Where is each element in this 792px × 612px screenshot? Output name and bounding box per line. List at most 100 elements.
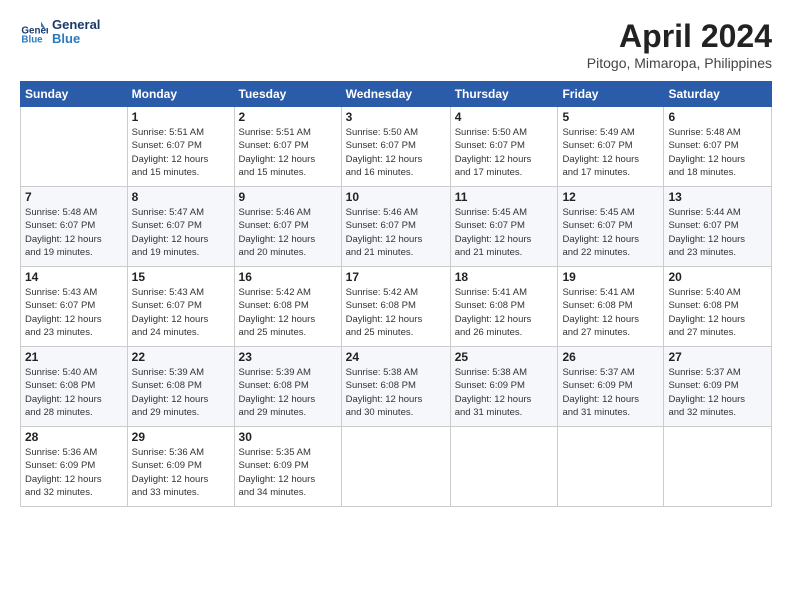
day-info: Sunrise: 5:49 AM Sunset: 6:07 PM Dayligh… bbox=[562, 126, 659, 179]
calendar-cell: 19 Sunrise: 5:41 AM Sunset: 6:08 PM Dayli… bbox=[558, 267, 664, 347]
day-info: Sunrise: 5:36 AM Sunset: 6:09 PM Dayligh… bbox=[25, 446, 123, 499]
calendar-cell bbox=[341, 427, 450, 507]
day-info: Sunrise: 5:43 AM Sunset: 6:07 PM Dayligh… bbox=[132, 286, 230, 339]
day-info: Sunrise: 5:38 AM Sunset: 6:08 PM Dayligh… bbox=[346, 366, 446, 419]
day-number: 18 bbox=[455, 270, 554, 284]
day-info: Sunrise: 5:50 AM Sunset: 6:07 PM Dayligh… bbox=[346, 126, 446, 179]
calendar-cell: 30Sunrise: 5:35 AM Sunset: 6:09 PM Dayli… bbox=[234, 427, 341, 507]
day-info: Sunrise: 5:40 AM Sunset: 6:08 PM Dayligh… bbox=[25, 366, 123, 419]
calendar-cell: 29 Sunrise: 5:36 AM Sunset: 6:09 PM Dayli… bbox=[127, 427, 234, 507]
day-number: 11 bbox=[455, 190, 554, 204]
week-row-3: 21 Sunrise: 5:40 AM Sunset: 6:08 PM Dayli… bbox=[21, 347, 772, 427]
col-tuesday: Tuesday bbox=[234, 82, 341, 107]
calendar-cell: 11 Sunrise: 5:45 AM Sunset: 6:07 PM Dayli… bbox=[450, 187, 558, 267]
day-number: 28 bbox=[25, 430, 123, 444]
week-row-1: 7 Sunrise: 5:48 AM Sunset: 6:07 PM Daylig… bbox=[21, 187, 772, 267]
logo-line1: General bbox=[52, 18, 100, 32]
calendar-cell: 13 Sunrise: 5:44 AM Sunset: 6:07 PM Dayli… bbox=[664, 187, 772, 267]
calendar-cell: 27 Sunrise: 5:37 AM Sunset: 6:09 PM Dayli… bbox=[664, 347, 772, 427]
day-number: 29 bbox=[132, 430, 230, 444]
day-info: Sunrise: 5:39 AM Sunset: 6:08 PM Dayligh… bbox=[132, 366, 230, 419]
logo-icon: General Blue bbox=[20, 18, 48, 46]
calendar-cell: 6Sunrise: 5:48 AM Sunset: 6:07 PM Daylig… bbox=[664, 107, 772, 187]
day-number: 3 bbox=[346, 110, 446, 124]
day-info: Sunrise: 5:44 AM Sunset: 6:07 PM Dayligh… bbox=[668, 206, 767, 259]
day-number: 7 bbox=[25, 190, 123, 204]
day-info: Sunrise: 5:50 AM Sunset: 6:07 PM Dayligh… bbox=[455, 126, 554, 179]
title-area: April 2024 Pitogo, Mimaropa, Philippines bbox=[587, 18, 772, 71]
day-number: 27 bbox=[668, 350, 767, 364]
day-info: Sunrise: 5:42 AM Sunset: 6:08 PM Dayligh… bbox=[239, 286, 337, 339]
calendar-cell: 22 Sunrise: 5:39 AM Sunset: 6:08 PM Dayli… bbox=[127, 347, 234, 427]
week-row-4: 28 Sunrise: 5:36 AM Sunset: 6:09 PM Dayli… bbox=[21, 427, 772, 507]
day-info: Sunrise: 5:48 AM Sunset: 6:07 PM Dayligh… bbox=[668, 126, 767, 179]
col-saturday: Saturday bbox=[664, 82, 772, 107]
week-row-0: 1 Sunrise: 5:51 AM Sunset: 6:07 PM Daylig… bbox=[21, 107, 772, 187]
col-friday: Friday bbox=[558, 82, 664, 107]
day-info: Sunrise: 5:37 AM Sunset: 6:09 PM Dayligh… bbox=[668, 366, 767, 419]
day-number: 23 bbox=[239, 350, 337, 364]
day-number: 10 bbox=[346, 190, 446, 204]
calendar-cell: 25 Sunrise: 5:38 AM Sunset: 6:09 PM Dayli… bbox=[450, 347, 558, 427]
calendar-cell: 8 Sunrise: 5:47 AM Sunset: 6:07 PM Daylig… bbox=[127, 187, 234, 267]
calendar-cell: 18 Sunrise: 5:41 AM Sunset: 6:08 PM Dayli… bbox=[450, 267, 558, 347]
col-sunday: Sunday bbox=[21, 82, 128, 107]
calendar-cell: 12Sunrise: 5:45 AM Sunset: 6:07 PM Dayli… bbox=[558, 187, 664, 267]
day-info: Sunrise: 5:37 AM Sunset: 6:09 PM Dayligh… bbox=[562, 366, 659, 419]
day-info: Sunrise: 5:51 AM Sunset: 6:07 PM Dayligh… bbox=[239, 126, 337, 179]
month-title: April 2024 bbox=[587, 18, 772, 55]
calendar-cell: 4Sunrise: 5:50 AM Sunset: 6:07 PM Daylig… bbox=[450, 107, 558, 187]
day-number: 1 bbox=[132, 110, 230, 124]
day-info: Sunrise: 5:47 AM Sunset: 6:07 PM Dayligh… bbox=[132, 206, 230, 259]
header-row: Sunday Monday Tuesday Wednesday Thursday… bbox=[21, 82, 772, 107]
day-number: 14 bbox=[25, 270, 123, 284]
calendar-table: Sunday Monday Tuesday Wednesday Thursday… bbox=[20, 81, 772, 507]
day-info: Sunrise: 5:42 AM Sunset: 6:08 PM Dayligh… bbox=[346, 286, 446, 339]
day-number: 13 bbox=[668, 190, 767, 204]
calendar-cell bbox=[558, 427, 664, 507]
calendar-cell: 17 Sunrise: 5:42 AM Sunset: 6:08 PM Dayli… bbox=[341, 267, 450, 347]
day-info: Sunrise: 5:48 AM Sunset: 6:07 PM Dayligh… bbox=[25, 206, 123, 259]
day-number: 26 bbox=[562, 350, 659, 364]
calendar-cell: 14 Sunrise: 5:43 AM Sunset: 6:07 PM Dayli… bbox=[21, 267, 128, 347]
day-number: 8 bbox=[132, 190, 230, 204]
calendar-cell: 21 Sunrise: 5:40 AM Sunset: 6:08 PM Dayli… bbox=[21, 347, 128, 427]
day-number: 22 bbox=[132, 350, 230, 364]
calendar-cell: 10Sunrise: 5:46 AM Sunset: 6:07 PM Dayli… bbox=[341, 187, 450, 267]
day-info: Sunrise: 5:41 AM Sunset: 6:08 PM Dayligh… bbox=[455, 286, 554, 339]
day-number: 16 bbox=[239, 270, 337, 284]
day-info: Sunrise: 5:40 AM Sunset: 6:08 PM Dayligh… bbox=[668, 286, 767, 339]
day-number: 9 bbox=[239, 190, 337, 204]
day-info: Sunrise: 5:43 AM Sunset: 6:07 PM Dayligh… bbox=[25, 286, 123, 339]
day-info: Sunrise: 5:51 AM Sunset: 6:07 PM Dayligh… bbox=[132, 126, 230, 179]
calendar-cell: 28 Sunrise: 5:36 AM Sunset: 6:09 PM Dayli… bbox=[21, 427, 128, 507]
day-number: 25 bbox=[455, 350, 554, 364]
calendar-cell: 9 Sunrise: 5:46 AM Sunset: 6:07 PM Daylig… bbox=[234, 187, 341, 267]
day-info: Sunrise: 5:38 AM Sunset: 6:09 PM Dayligh… bbox=[455, 366, 554, 419]
day-number: 17 bbox=[346, 270, 446, 284]
calendar-cell: 26 Sunrise: 5:37 AM Sunset: 6:09 PM Dayli… bbox=[558, 347, 664, 427]
day-info: Sunrise: 5:41 AM Sunset: 6:08 PM Dayligh… bbox=[562, 286, 659, 339]
calendar-cell: 3 Sunrise: 5:50 AM Sunset: 6:07 PM Daylig… bbox=[341, 107, 450, 187]
svg-text:Blue: Blue bbox=[21, 35, 43, 46]
day-info: Sunrise: 5:45 AM Sunset: 6:07 PM Dayligh… bbox=[455, 206, 554, 259]
calendar-cell: 16 Sunrise: 5:42 AM Sunset: 6:08 PM Dayli… bbox=[234, 267, 341, 347]
calendar-cell: 15 Sunrise: 5:43 AM Sunset: 6:07 PM Dayli… bbox=[127, 267, 234, 347]
day-number: 19 bbox=[562, 270, 659, 284]
day-info: Sunrise: 5:45 AM Sunset: 6:07 PM Dayligh… bbox=[562, 206, 659, 259]
calendar-cell: 20Sunrise: 5:40 AM Sunset: 6:08 PM Dayli… bbox=[664, 267, 772, 347]
day-number: 2 bbox=[239, 110, 337, 124]
day-number: 30 bbox=[239, 430, 337, 444]
day-info: Sunrise: 5:39 AM Sunset: 6:08 PM Dayligh… bbox=[239, 366, 337, 419]
day-info: Sunrise: 5:46 AM Sunset: 6:07 PM Dayligh… bbox=[239, 206, 337, 259]
calendar-cell: 7 Sunrise: 5:48 AM Sunset: 6:07 PM Daylig… bbox=[21, 187, 128, 267]
logo-line2: Blue bbox=[52, 32, 100, 46]
day-info: Sunrise: 5:36 AM Sunset: 6:09 PM Dayligh… bbox=[132, 446, 230, 499]
day-number: 15 bbox=[132, 270, 230, 284]
week-row-2: 14 Sunrise: 5:43 AM Sunset: 6:07 PM Dayli… bbox=[21, 267, 772, 347]
location: Pitogo, Mimaropa, Philippines bbox=[587, 55, 772, 71]
calendar-page: General Blue General Blue April 2024 Pit… bbox=[0, 0, 792, 612]
day-number: 21 bbox=[25, 350, 123, 364]
calendar-cell: 5 Sunrise: 5:49 AM Sunset: 6:07 PM Daylig… bbox=[558, 107, 664, 187]
day-number: 5 bbox=[562, 110, 659, 124]
